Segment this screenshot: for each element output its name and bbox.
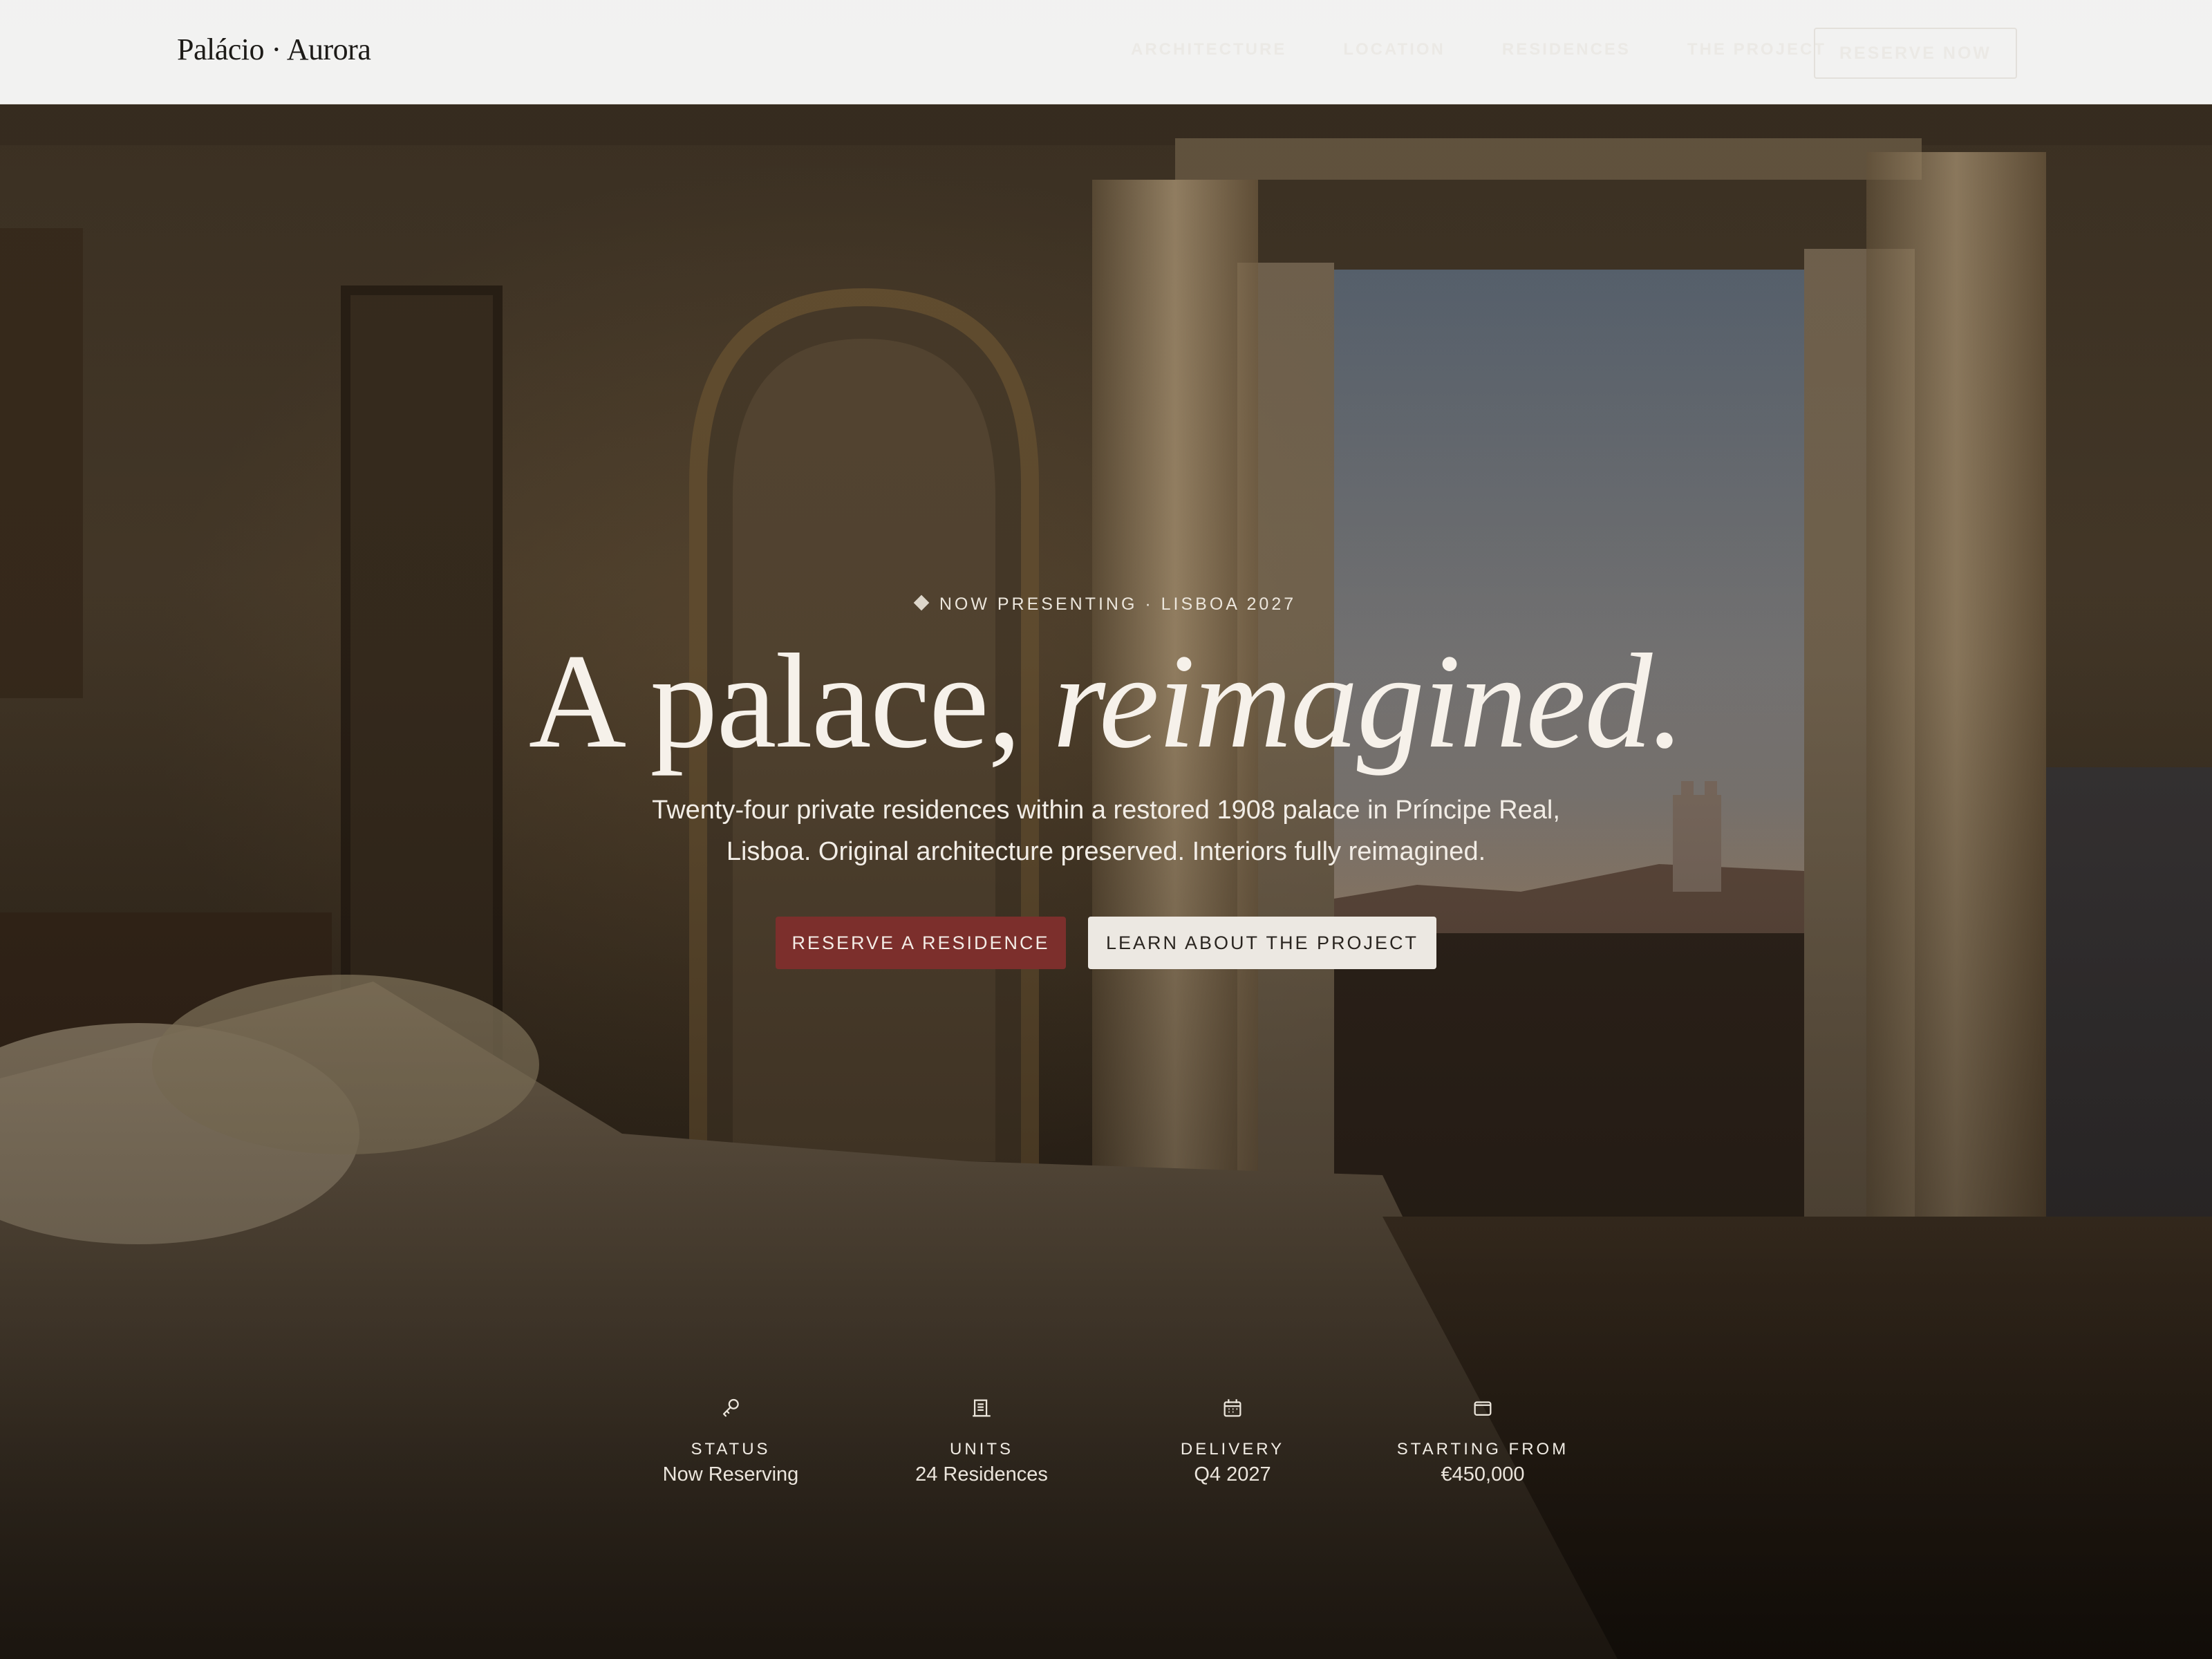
nav-link-architecture[interactable]: ARCHITECTURE [1131, 40, 1286, 59]
hero-headline: A palace, reimagined. [0, 622, 2212, 781]
wallet-icon [1474, 1401, 1492, 1416]
stat-delivery-value: Q4 2027 [1194, 1463, 1271, 1485]
hero-subhead: Twenty-four private residences within a … [652, 796, 1560, 866]
hero-cta-group: RESERVE A RESIDENCE LEARN ABOUT THE PROJ… [776, 917, 1436, 969]
main-nav: ARCHITECTURE LOCATION RESIDENCES THE PRO… [1131, 40, 1826, 59]
stat-delivery: DELIVERY Q4 2027 [1129, 1396, 1336, 1488]
diamond-icon [913, 594, 930, 611]
stat-starting-from-value: €450,000 [1441, 1463, 1525, 1485]
stat-units-label: UNITS [950, 1440, 1013, 1459]
hero-headline-regular: A palace, [528, 626, 1053, 776]
stat-starting-from: STARTING FROM €450,000 [1379, 1396, 1586, 1488]
reserve-residence-button[interactable]: RESERVE A RESIDENCE [776, 917, 1066, 969]
nav-link-location[interactable]: LOCATION [1343, 40, 1445, 59]
hero-eyebrow-text: NOW PRESENTING · LISBOA 2027 [939, 594, 1297, 614]
stat-status: STATUS Now Reserving [627, 1396, 834, 1488]
stat-delivery-label: DELIVERY [1180, 1440, 1285, 1459]
hero-headline-italic: reimagined. [1052, 626, 1685, 776]
hero-eyebrow: NOW PRESENTING · LISBOA 2027 [0, 594, 2212, 615]
stat-units: UNITS 24 Residences [878, 1396, 1085, 1488]
calendar-icon [1224, 1399, 1241, 1417]
stat-status-value: Now Reserving [662, 1463, 799, 1485]
stat-starting-from-label: STARTING FROM [1396, 1440, 1569, 1459]
stat-units-value: 24 Residences [915, 1463, 1048, 1485]
key-icon [722, 1398, 739, 1417]
nav-link-residences[interactable]: RESIDENCES [1502, 40, 1631, 59]
building-icon [973, 1399, 991, 1417]
top-navigation-bar: Palácio · Aurora ARCHITECTURE LOCATION R… [0, 0, 2212, 104]
brand-logo[interactable]: Palácio · Aurora [177, 32, 371, 67]
nav-link-the-project[interactable]: THE PROJECT [1687, 40, 1826, 59]
learn-about-project-button[interactable]: LEARN ABOUT THE PROJECT [1088, 917, 1436, 969]
reserve-now-button[interactable]: RESERVE NOW [1814, 28, 2017, 79]
stat-status-label: STATUS [691, 1440, 771, 1459]
